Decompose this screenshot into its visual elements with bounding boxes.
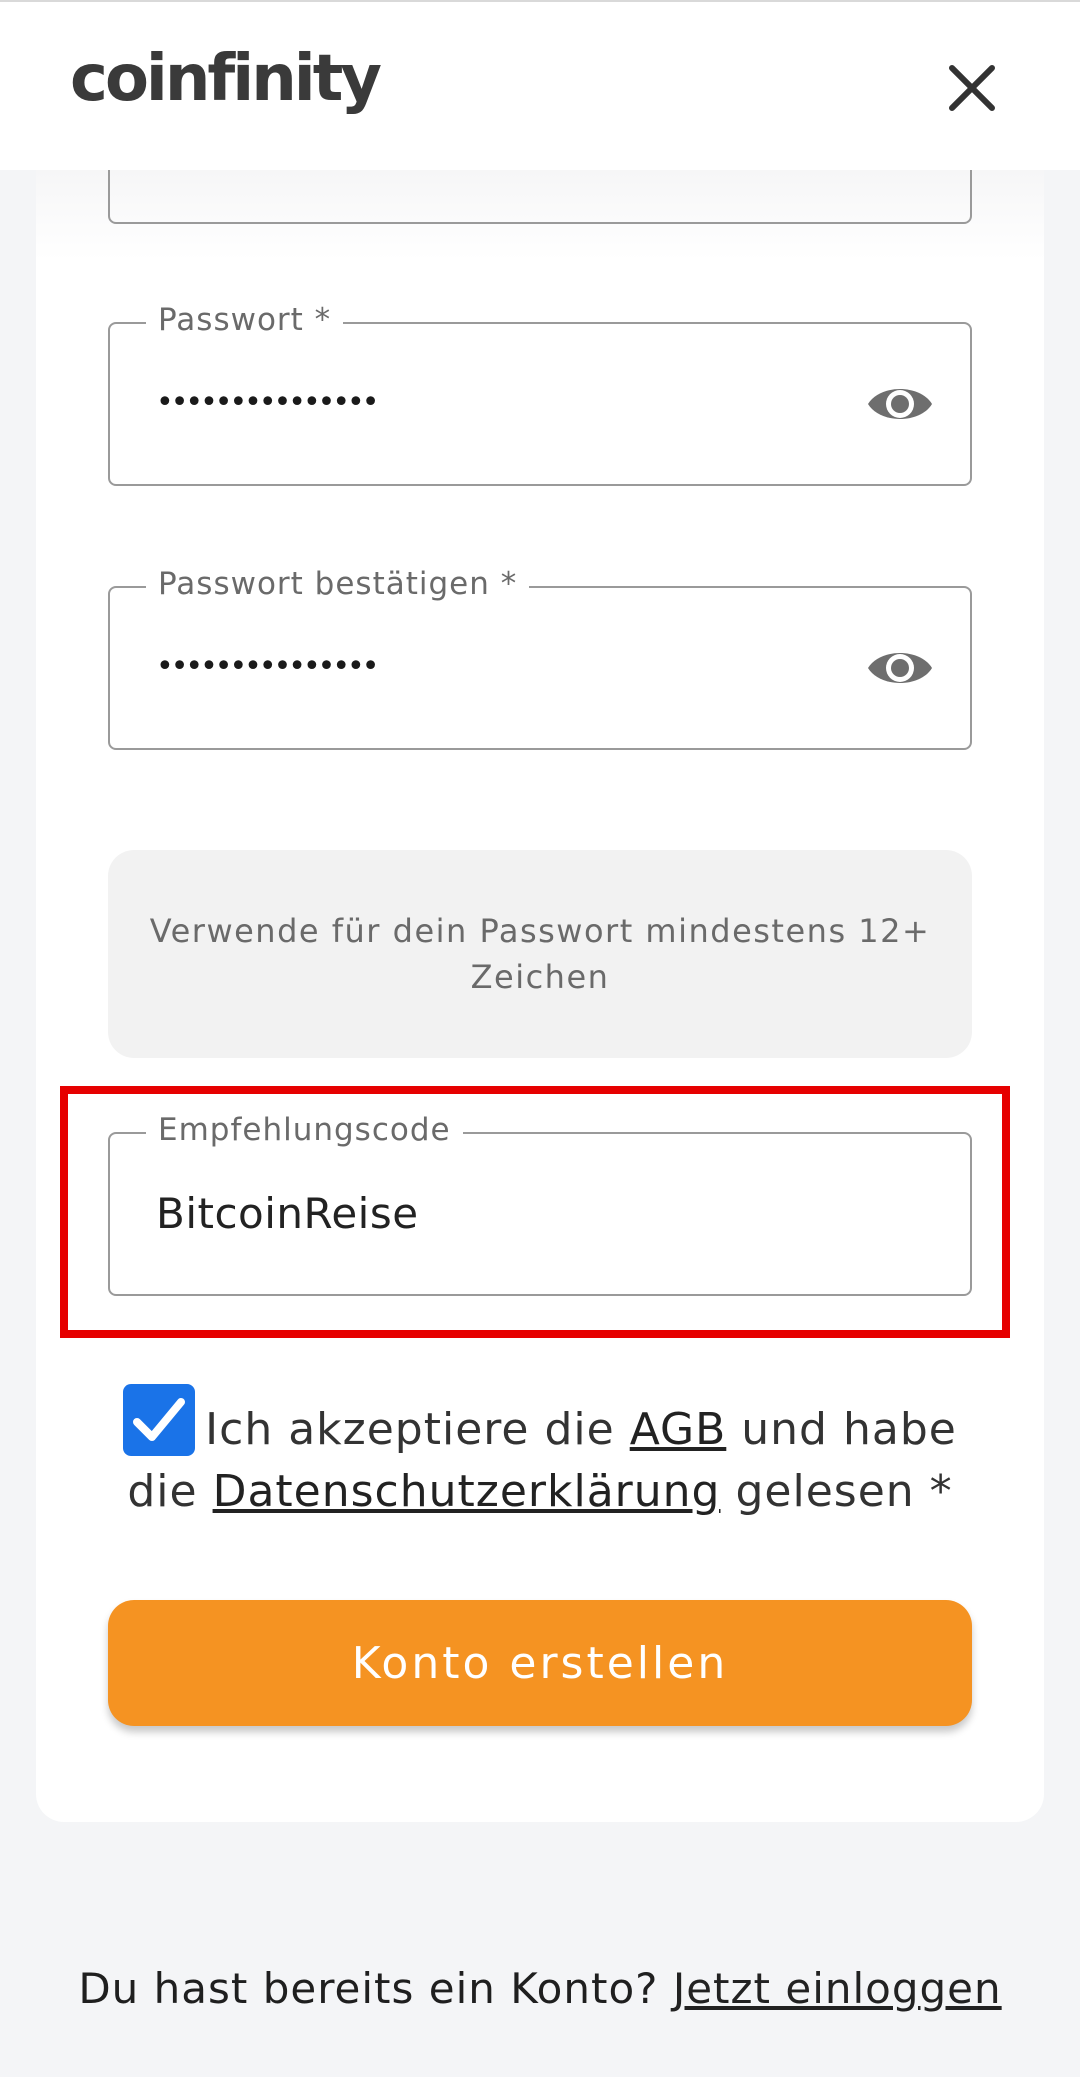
create-account-button[interactable]: Konto erstellen xyxy=(108,1600,972,1726)
terms-checkbox[interactable] xyxy=(123,1384,196,1456)
confirm-password-label: Passwort bestätigen * xyxy=(146,562,530,606)
brand-logo: coinfinity xyxy=(70,42,382,116)
password-hint: Verwende für dein Passwort mindestens 12… xyxy=(108,850,972,1058)
eye-icon xyxy=(868,653,932,683)
password-visibility-toggle[interactable] xyxy=(866,380,934,428)
confirm-password-field[interactable]: Passwort bestätigen * ••••••••••••••• xyxy=(108,562,972,750)
consent-text: Ich akzeptiere die AGB und habe die Date… xyxy=(120,1384,960,1523)
highlight-box xyxy=(60,1086,1010,1338)
password-field[interactable]: Passwort * ••••••••••••••• xyxy=(108,298,972,486)
login-link[interactable]: Jetzt einloggen xyxy=(673,1964,1002,2013)
checkmark-icon xyxy=(133,1398,186,1441)
consent-text-1: Ich akzeptiere die xyxy=(205,1404,630,1455)
login-question: Du hast bereits ein Konto? xyxy=(78,1964,673,2013)
consent-text-3: gelesen * xyxy=(720,1466,953,1517)
confirm-password-visibility-toggle[interactable] xyxy=(866,644,934,692)
login-prompt: Du hast bereits ein Konto? Jetzt einlogg… xyxy=(0,1964,1080,2013)
password-label: Passwort * xyxy=(146,298,344,342)
agb-link[interactable]: AGB xyxy=(630,1404,727,1455)
confirm-password-value: ••••••••••••••• xyxy=(156,649,379,684)
privacy-policy-link[interactable]: Datenschutzerklärung xyxy=(213,1466,721,1517)
eye-icon xyxy=(868,389,932,419)
password-value: ••••••••••••••• xyxy=(156,385,379,420)
close-button[interactable] xyxy=(942,58,1002,118)
close-icon xyxy=(949,65,995,111)
top-bar: coinfinity xyxy=(0,0,1080,170)
